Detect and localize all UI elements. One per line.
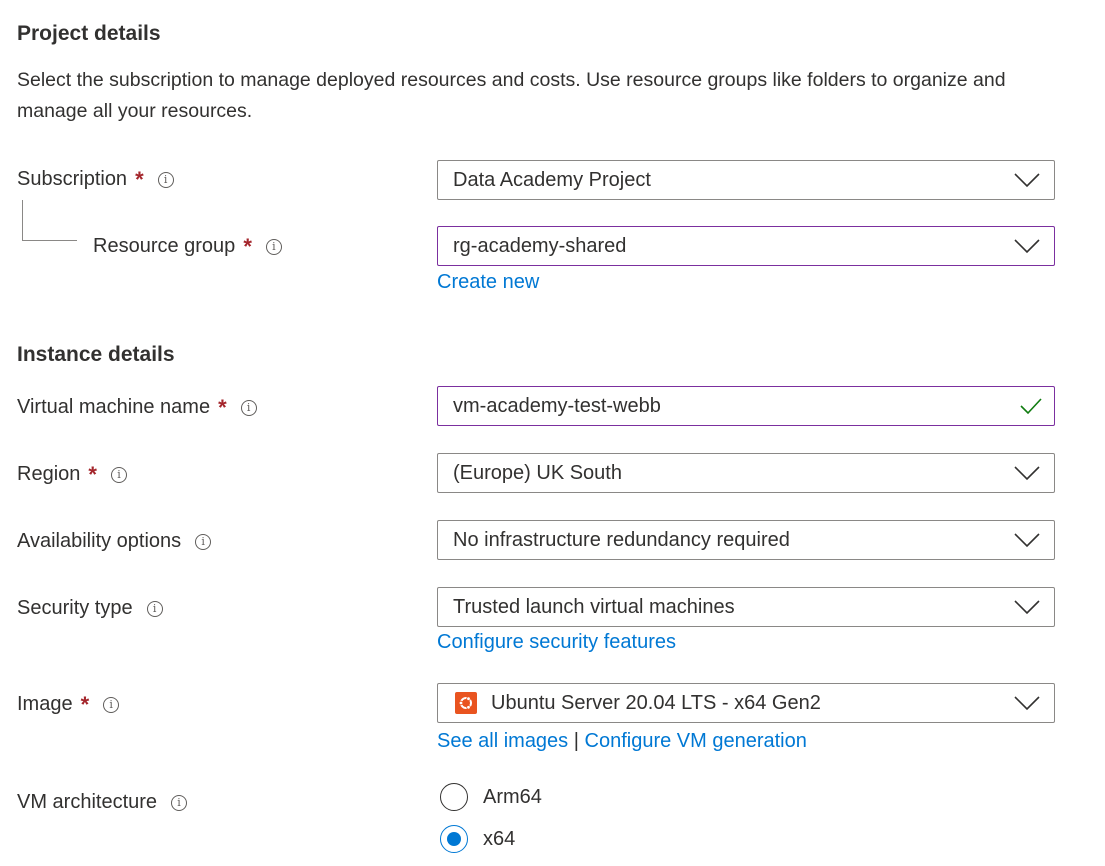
- info-icon[interactable]: i: [110, 466, 127, 483]
- instance-details-heading: Instance details: [17, 343, 175, 366]
- chevron-down-icon: [1014, 239, 1040, 254]
- vm-name-label-row: Virtual machine name * i: [17, 396, 257, 419]
- required-asterisk: *: [88, 461, 97, 487]
- create-new-link[interactable]: Create new: [437, 271, 539, 294]
- image-label: Image: [17, 693, 73, 715]
- required-asterisk: *: [218, 394, 227, 420]
- configure-vm-generation-link[interactable]: Configure VM generation: [585, 730, 807, 752]
- image-value: Ubuntu Server 20.04 LTS - x64 Gen2: [491, 691, 821, 714]
- info-icon[interactable]: i: [195, 533, 212, 550]
- radio-option-arm64[interactable]: Arm64: [440, 783, 542, 811]
- security-type-label-row: Security type i: [17, 597, 163, 620]
- radio-label-arm64: Arm64: [483, 785, 542, 808]
- region-label-row: Region * i: [17, 463, 127, 486]
- resource-group-label: Resource group: [93, 235, 236, 257]
- info-icon[interactable]: i: [157, 171, 174, 188]
- region-label: Region: [17, 463, 81, 485]
- info-icon[interactable]: i: [265, 238, 282, 255]
- region-value: (Europe) UK South: [453, 461, 622, 484]
- region-dropdown[interactable]: (Europe) UK South: [437, 453, 1055, 493]
- security-type-label: Security type: [17, 597, 133, 619]
- resource-group-label-row: Resource group * i: [93, 235, 282, 258]
- tree-connector: [22, 200, 77, 241]
- availability-label: Availability options: [17, 530, 182, 552]
- radio-label-x64: x64: [483, 827, 516, 850]
- availability-value: No infrastructure redundancy required: [453, 528, 790, 551]
- required-asterisk: *: [80, 691, 90, 717]
- chevron-down-icon: [1014, 600, 1040, 615]
- radio-button-x64[interactable]: [440, 825, 468, 853]
- subscription-label-row: Subscription * i: [17, 168, 174, 191]
- security-type-dropdown[interactable]: Trusted launch virtual machines: [437, 587, 1055, 627]
- subscription-label: Subscription: [17, 168, 128, 190]
- resource-group-value: rg-academy-shared: [453, 234, 627, 257]
- info-icon[interactable]: i: [103, 696, 120, 713]
- resource-group-dropdown[interactable]: rg-academy-shared: [437, 226, 1055, 266]
- image-label-row: Image * i: [17, 691, 120, 717]
- radio-selected-dot: [447, 832, 461, 846]
- radio-button-arm64[interactable]: [440, 783, 468, 811]
- vm-architecture-label-row: VM architecture i: [17, 791, 188, 814]
- vm-name-label: Virtual machine name: [17, 396, 211, 418]
- vm-name-value: vm-academy-test-webb: [453, 394, 661, 417]
- security-type-value: Trusted launch virtual machines: [453, 595, 735, 618]
- configure-security-features-link[interactable]: Configure security features: [437, 631, 676, 654]
- radio-option-x64[interactable]: x64: [440, 825, 515, 853]
- image-links-row: See all images | Configure VM generation: [437, 730, 807, 753]
- chevron-down-icon: [1014, 466, 1040, 481]
- vm-name-input[interactable]: vm-academy-test-webb: [437, 386, 1055, 426]
- chevron-down-icon: [1014, 533, 1040, 548]
- ubuntu-icon: [455, 692, 477, 714]
- info-icon[interactable]: i: [146, 600, 163, 617]
- availability-label-row: Availability options i: [17, 530, 212, 553]
- required-asterisk: *: [243, 233, 252, 259]
- image-dropdown[interactable]: Ubuntu Server 20.04 LTS - x64 Gen2: [437, 683, 1055, 723]
- info-icon[interactable]: i: [171, 794, 188, 811]
- info-icon[interactable]: i: [240, 399, 257, 416]
- project-details-heading: Project details: [17, 22, 161, 45]
- subscription-value: Data Academy Project: [453, 168, 651, 191]
- project-details-description: Select the subscription to manage deploy…: [17, 69, 1006, 122]
- link-separator: |: [573, 730, 579, 752]
- chevron-down-icon: [1014, 173, 1040, 188]
- see-all-images-link[interactable]: See all images: [437, 730, 568, 752]
- vm-architecture-label: VM architecture: [17, 791, 158, 813]
- checkmark-icon: [1020, 398, 1042, 415]
- availability-dropdown[interactable]: No infrastructure redundancy required: [437, 520, 1055, 560]
- subscription-dropdown[interactable]: Data Academy Project: [437, 160, 1055, 200]
- chevron-down-icon: [1014, 696, 1040, 711]
- required-asterisk: *: [135, 166, 144, 192]
